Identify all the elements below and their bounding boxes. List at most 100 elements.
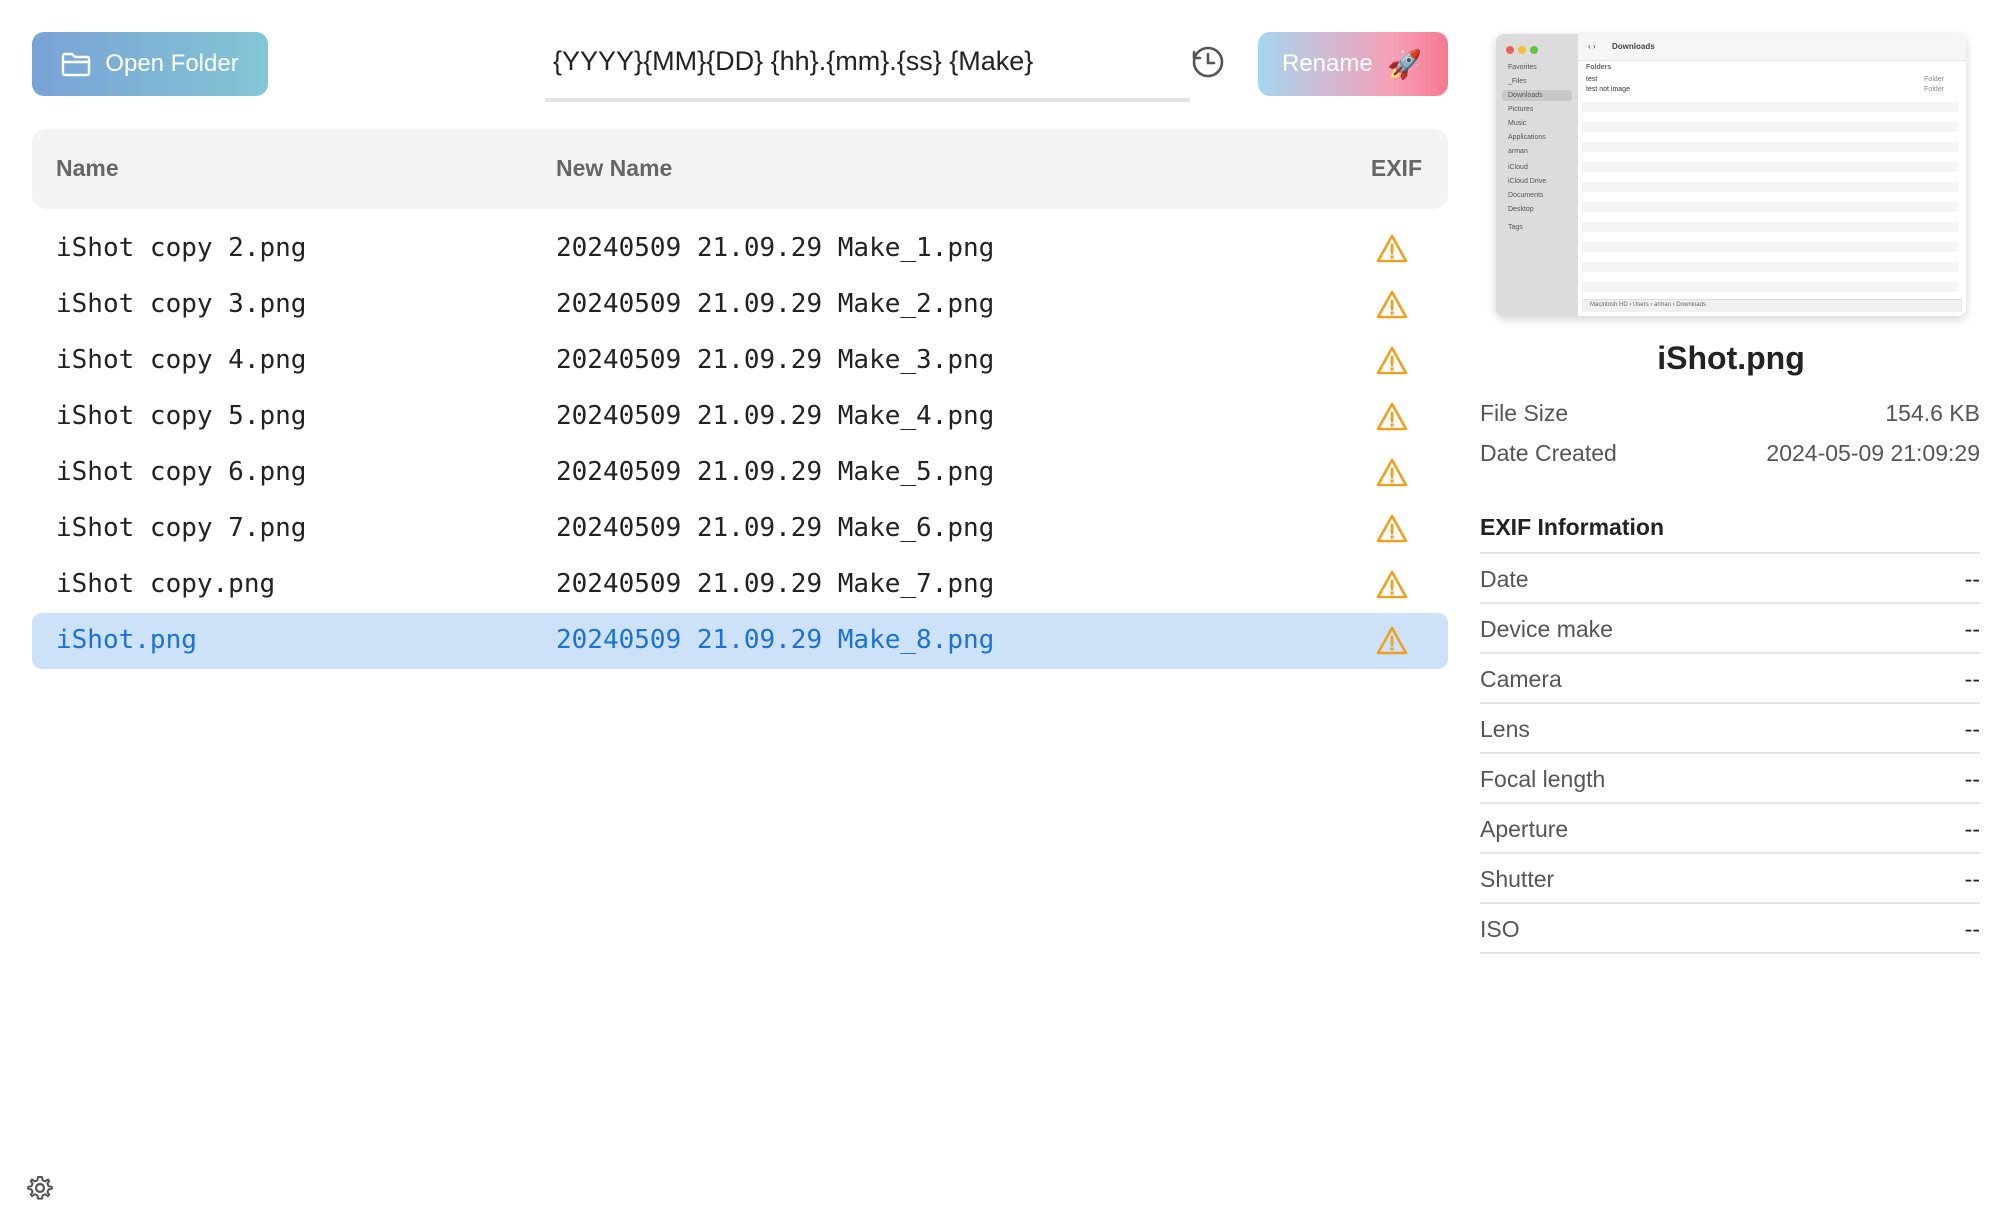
table-row[interactable]: iShot copy 2.png 20240509 21.09.29 Make_…: [32, 221, 1448, 277]
warning-icon: [1376, 626, 1408, 655]
table-row[interactable]: iShot copy 5.png 20240509 21.09.29 Make_…: [32, 389, 1448, 445]
preview-toolbar: ‹ › Downloads: [1578, 34, 1966, 61]
row-name: iShot copy 2.png: [56, 233, 307, 263]
exif-label: Date: [1480, 566, 1529, 592]
exif-row-date: Date --: [1480, 554, 1980, 604]
preview-row-stripe: [1582, 122, 1958, 132]
warning-icon: [1376, 570, 1408, 599]
preview-sidebar-item: Desktop: [1508, 206, 1534, 213]
exif-label: Aperture: [1480, 816, 1569, 842]
open-folder-button[interactable]: Open Folder: [32, 32, 268, 96]
row-name: iShot copy 3.png: [56, 289, 307, 319]
column-header-name[interactable]: Name: [56, 155, 119, 182]
open-folder-label: Open Folder: [105, 50, 239, 77]
warning-icon: [1376, 514, 1408, 543]
preview-sidebar-item: _Files: [1508, 78, 1527, 85]
row-name: iShot copy 4.png: [56, 345, 307, 375]
date-created-row: Date Created 2024-05-09 21:09:29: [1480, 440, 1980, 467]
exif-label: Shutter: [1480, 866, 1555, 892]
exif-value: --: [1964, 916, 1980, 942]
table-row[interactable]: iShot copy 6.png 20240509 21.09.29 Make_…: [32, 445, 1448, 501]
table-row[interactable]: iShot copy.png 20240509 21.09.29 Make_7.…: [32, 557, 1448, 613]
exif-value: --: [1964, 866, 1980, 892]
preview-sidebar-item: Documents: [1508, 192, 1544, 199]
date-created-value: 2024-05-09 21:09:29: [1766, 440, 1980, 466]
preview-sidebar-item: iCloud Drive: [1508, 178, 1547, 185]
column-header-new-name[interactable]: New Name: [556, 155, 672, 182]
exif-section-title: EXIF Information: [1480, 514, 1664, 540]
exif-row-lens: Lens --: [1480, 704, 1980, 754]
clock-icon[interactable]: [1190, 44, 1226, 80]
table-row-selected[interactable]: iShot.png 20240509 21.09.29 Make_8.png: [32, 613, 1448, 669]
row-new-name: 20240509 21.09.29 Make_2.png: [556, 289, 995, 319]
rocket-icon: 🚀: [1387, 48, 1422, 80]
preview-sidebar-item: Tags: [1508, 224, 1523, 231]
table-row[interactable]: iShot copy 4.png 20240509 21.09.29 Make_…: [32, 333, 1448, 389]
warning-icon: [1376, 402, 1408, 431]
close-dot-icon: [1506, 46, 1514, 54]
exif-value: --: [1964, 766, 1980, 792]
rename-pattern-input[interactable]: [545, 32, 1190, 90]
row-name: iShot copy.png: [56, 569, 276, 599]
gear-icon[interactable]: [26, 1174, 54, 1202]
preview-row-stripe: [1582, 162, 1958, 172]
warning-icon: [1376, 458, 1408, 487]
preview-main: ‹ › Downloads Folders test Folder test n…: [1578, 34, 1966, 316]
file-size-value: 154.6 KB: [1885, 400, 1980, 426]
file-list: iShot copy 2.png 20240509 21.09.29 Make_…: [32, 221, 1448, 669]
table-row[interactable]: iShot copy 3.png 20240509 21.09.29 Make_…: [32, 277, 1448, 333]
exif-row-iso: ISO --: [1480, 904, 1980, 954]
preview-path-bar: Macintosh HD › Users › arman › Downloads: [1582, 299, 1962, 312]
preview-folder-item: test: [1586, 76, 1598, 83]
warning-icon: [1376, 290, 1408, 319]
preview-path-bar-text: Macintosh HD › Users › arman › Downloads: [1590, 302, 1707, 308]
exif-value: --: [1964, 566, 1980, 592]
exif-value: --: [1964, 666, 1980, 692]
file-size-row: File Size 154.6 KB: [1480, 400, 1980, 427]
rename-button[interactable]: Rename 🚀: [1258, 32, 1448, 96]
rename-pattern-field[interactable]: [545, 32, 1190, 102]
preview-folder-item: test not image: [1586, 86, 1630, 93]
preview-column-header: Folders: [1586, 64, 1612, 71]
exif-row-aperture: Aperture --: [1480, 804, 1980, 854]
folder-icon: [62, 52, 91, 77]
row-new-name: 20240509 21.09.29 Make_8.png: [556, 625, 995, 655]
table-row[interactable]: iShot copy 7.png 20240509 21.09.29 Make_…: [32, 501, 1448, 557]
row-new-name: 20240509 21.09.29 Make_1.png: [556, 233, 995, 263]
exif-label: Camera: [1480, 666, 1562, 692]
preview-sidebar-item: Pictures: [1508, 106, 1534, 113]
preview-sidebar-item: Favorites: [1508, 64, 1537, 71]
preview-window-title: Downloads: [1612, 42, 1655, 51]
row-name: iShot copy 6.png: [56, 457, 307, 487]
exif-list: Date -- Device make -- Camera -- Lens --…: [1480, 552, 1980, 954]
rename-label: Rename: [1282, 50, 1373, 77]
minimize-dot-icon: [1518, 46, 1526, 54]
preview-row-stripe: [1582, 222, 1958, 232]
exif-row-device-make: Device make --: [1480, 604, 1980, 654]
exif-row-shutter: Shutter --: [1480, 854, 1980, 904]
column-header-exif[interactable]: EXIF: [1371, 155, 1422, 182]
preview-folder-kind: Folder: [1924, 86, 1944, 93]
exif-value: --: [1964, 716, 1980, 742]
exif-label: ISO: [1480, 916, 1520, 942]
exif-value: --: [1964, 816, 1980, 842]
preview-row-stripe: [1582, 242, 1958, 252]
preview-sidebar-item: Music: [1508, 120, 1527, 127]
preview-row-stripe: [1582, 262, 1958, 272]
zoom-dot-icon: [1530, 46, 1538, 54]
preview-row-stripe: [1582, 182, 1958, 192]
warning-icon: [1376, 234, 1408, 263]
preview-row-stripe: [1582, 202, 1958, 212]
row-new-name: 20240509 21.09.29 Make_4.png: [556, 401, 995, 431]
preview-folder-kind: Folder: [1924, 76, 1944, 83]
preview-sidebar-item: arman: [1508, 148, 1528, 155]
exif-row-camera: Camera --: [1480, 654, 1980, 704]
exif-label: Focal length: [1480, 766, 1606, 792]
row-name: iShot copy 7.png: [56, 513, 307, 543]
date-created-label: Date Created: [1480, 440, 1617, 466]
preview-sidebar: Favorites _Files Downloads Pictures Musi…: [1496, 34, 1578, 316]
row-name: iShot.png: [56, 625, 197, 655]
preview-back-forward-icon: ‹ ›: [1588, 42, 1596, 51]
selected-file-name: iShot.png: [1657, 340, 1805, 376]
preview-row-stripe: [1582, 282, 1958, 292]
